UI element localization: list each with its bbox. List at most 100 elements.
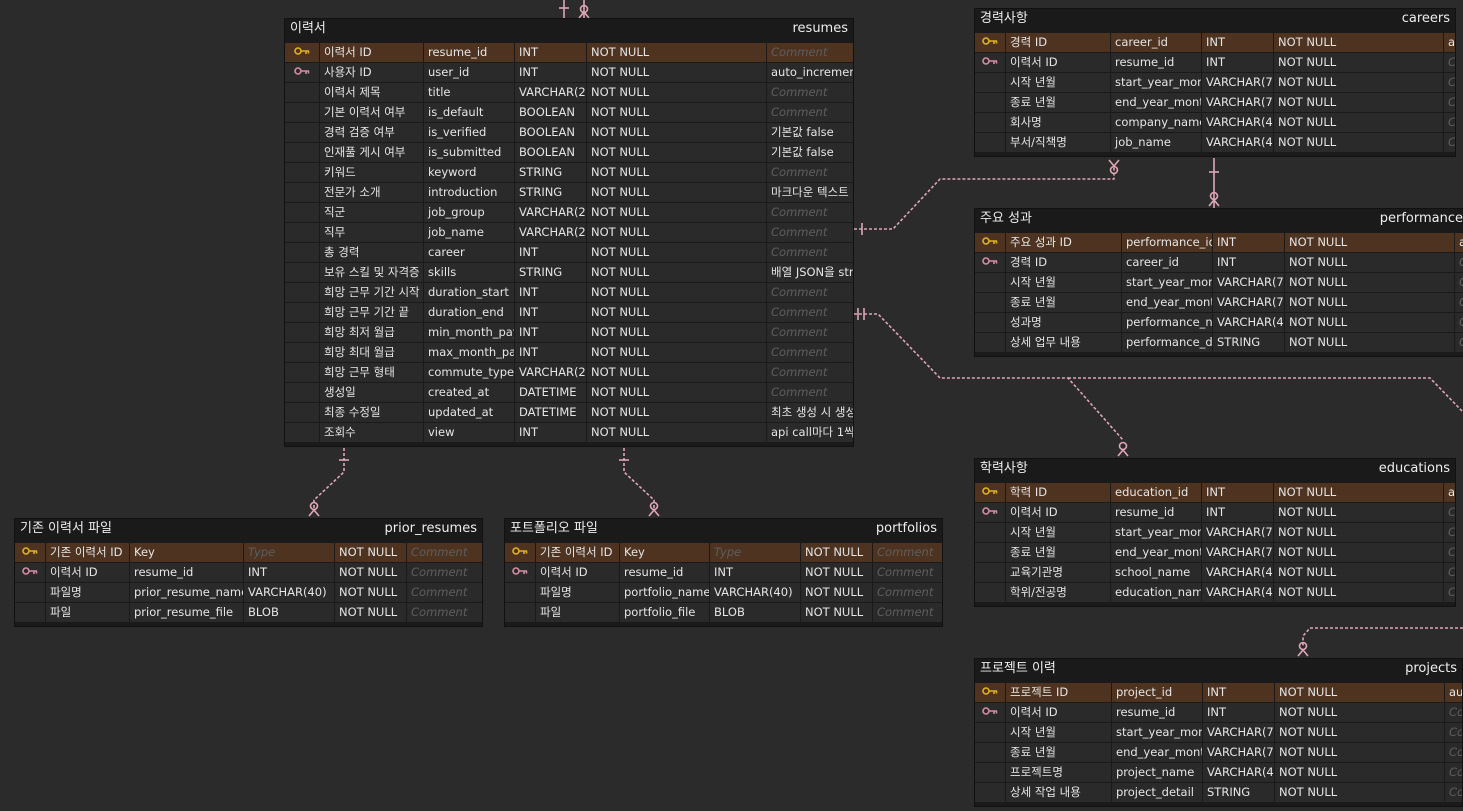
- column-nullable[interactable]: NOT NULL: [586, 223, 766, 242]
- column-logical-name[interactable]: 희망 근무 기간 끝: [319, 303, 423, 322]
- column-comment[interactable]: auto_increment: [1444, 683, 1462, 702]
- column-comment[interactable]: 배열 JSON을 string 형태로 저장: [766, 263, 853, 282]
- column-comment[interactable]: Comment: [1443, 73, 1455, 92]
- column-logical-name[interactable]: 성과명: [1005, 313, 1121, 332]
- column-data-type[interactable]: INT: [514, 423, 586, 442]
- column-logical-name[interactable]: 종료 년월: [1005, 93, 1110, 112]
- column-row[interactable]: 파일명 prior_resume_name VARCHAR(40) NOT NULL C…: [15, 583, 482, 603]
- column-comment[interactable]: Comment: [1443, 523, 1455, 542]
- column-comment[interactable]: Comment: [406, 563, 482, 582]
- column-comment[interactable]: Comment: [766, 223, 853, 242]
- column-physical-name[interactable]: resume_id: [1110, 503, 1201, 522]
- column-data-type[interactable]: INT: [243, 563, 334, 582]
- column-data-type[interactable]: INT: [514, 243, 586, 262]
- column-comment[interactable]: auto_increment: [766, 63, 853, 82]
- column-nullable[interactable]: NOT NULL: [1274, 783, 1444, 802]
- column-logical-name[interactable]: 시작 년월: [1005, 723, 1111, 742]
- column-data-type[interactable]: INT: [514, 303, 586, 322]
- column-physical-name[interactable]: updated_at: [423, 403, 514, 422]
- column-physical-name[interactable]: Key: [129, 543, 243, 562]
- column-physical-name[interactable]: performance_name: [1121, 313, 1212, 332]
- column-nullable[interactable]: NOT NULL: [800, 543, 872, 562]
- column-logical-name[interactable]: 키워드: [319, 163, 423, 182]
- column-nullable[interactable]: NOT NULL: [1273, 73, 1443, 92]
- column-row[interactable]: 보유 스킬 및 자격증 skills STRING NOT NULL 배열 JSON을 …: [285, 263, 853, 283]
- column-physical-name[interactable]: is_default: [423, 103, 514, 122]
- column-physical-name[interactable]: portfolio_name: [619, 583, 709, 602]
- column-comment[interactable]: Comment: [766, 323, 853, 342]
- column-nullable[interactable]: NOT NULL: [1274, 743, 1444, 762]
- column-nullable[interactable]: NOT NULL: [586, 363, 766, 382]
- column-comment[interactable]: Comment: [1443, 113, 1455, 132]
- column-nullable[interactable]: NOT NULL: [334, 563, 406, 582]
- column-physical-name[interactable]: career: [423, 243, 514, 262]
- column-comment[interactable]: Comment: [872, 603, 942, 622]
- column-logical-name[interactable]: 희망 최대 월급: [319, 343, 423, 362]
- column-nullable[interactable]: NOT NULL: [586, 403, 766, 422]
- column-data-type[interactable]: STRING: [514, 263, 586, 282]
- column-comment[interactable]: 기본값 false: [766, 123, 853, 142]
- entity-header[interactable]: 학력사항 educations: [975, 459, 1455, 479]
- column-data-type[interactable]: BLOB: [709, 603, 800, 622]
- column-logical-name[interactable]: 기본 이력서 여부: [319, 103, 423, 122]
- column-physical-name[interactable]: prior_resume_file: [129, 603, 243, 622]
- column-nullable[interactable]: NOT NULL: [586, 183, 766, 202]
- column-row[interactable]: 기존 이력서 ID Key Type NOT NULL Comment: [505, 543, 942, 563]
- column-row[interactable]: 이력서 제목titleVARCHAR(20)NOT NULLComment: [285, 83, 853, 103]
- column-row[interactable]: 종료 년월end_year_monthVARCHAR(7)NOT NULLCom…: [975, 293, 1463, 313]
- column-row[interactable]: 희망 최저 월급 min_month_pay INT NOT NULL Comment: [285, 323, 853, 343]
- column-data-type[interactable]: INT: [514, 283, 586, 302]
- column-logical-name[interactable]: 희망 근무 기간 시작: [319, 283, 423, 302]
- column-physical-name[interactable]: end_year_month: [1110, 93, 1201, 112]
- column-logical-name[interactable]: 이력서 ID: [1005, 703, 1111, 722]
- column-row[interactable]: 인재풀 게시 여부 is_submitted BOOLEAN NOT NULL 기본값 …: [285, 143, 853, 163]
- column-comment[interactable]: Comment: [1444, 743, 1462, 762]
- column-nullable[interactable]: NOT NULL: [586, 143, 766, 162]
- column-data-type[interactable]: INT: [709, 563, 800, 582]
- column-logical-name[interactable]: 직군: [319, 203, 423, 222]
- column-row[interactable]: 경력 검증 여부 is_verified BOOLEAN NOT NULL 기본값 fa…: [285, 123, 853, 143]
- column-nullable[interactable]: NOT NULL: [1273, 483, 1443, 502]
- column-data-type[interactable]: INT: [1202, 683, 1274, 702]
- column-physical-name[interactable]: Key: [619, 543, 709, 562]
- column-physical-name[interactable]: education_name: [1110, 583, 1201, 602]
- column-nullable[interactable]: NOT NULL: [800, 583, 872, 602]
- entity-header[interactable]: 이력서 resumes: [285, 19, 853, 39]
- column-data-type[interactable]: INT: [1201, 503, 1273, 522]
- column-row[interactable]: 시작 년월start_year_monthVARCHAR(7)NOT NULLC…: [975, 273, 1463, 293]
- column-row[interactable]: 희망 근무 기간 시작 duration_start INT NOT NULL Comm…: [285, 283, 853, 303]
- column-row[interactable]: 시작 년월start_year_monthVARCHAR(7)NOT NULLC…: [975, 723, 1462, 743]
- column-data-type[interactable]: STRING: [514, 163, 586, 182]
- column-nullable[interactable]: NOT NULL: [1273, 53, 1443, 72]
- column-data-type[interactable]: DATETIME: [514, 383, 586, 402]
- column-row[interactable]: 조회수viewINTNOT NULLapi call마다 1씩 증가?: [285, 423, 853, 443]
- column-row[interactable]: 학위/전공명education_nameVARCHAR(40)NOT NULLC…: [975, 583, 1455, 603]
- column-data-type[interactable]: BOOLEAN: [514, 103, 586, 122]
- column-data-type[interactable]: VARCHAR(7): [1212, 273, 1284, 292]
- column-row[interactable]: 최종 수정일 updated_at DATETIME NOT NULL 최초 생성 시 …: [285, 403, 853, 423]
- column-row[interactable]: 키워드 keyword STRING NOT NULL Comment: [285, 163, 853, 183]
- column-physical-name[interactable]: resume_id: [1111, 703, 1202, 722]
- column-nullable[interactable]: NOT NULL: [586, 83, 766, 102]
- column-physical-name[interactable]: start_year_month: [1111, 723, 1202, 742]
- column-nullable[interactable]: NOT NULL: [1284, 333, 1454, 352]
- column-physical-name[interactable]: performance_detail: [1121, 333, 1212, 352]
- column-logical-name[interactable]: 이력서 제목: [319, 83, 423, 102]
- column-row[interactable]: 성과명performance_nameVARCHAR(40)NOT NULLCo…: [975, 313, 1463, 333]
- column-comment[interactable]: api call마다 1씩 증가?: [766, 423, 853, 442]
- column-logical-name[interactable]: 부서/직책명: [1005, 133, 1110, 152]
- column-row[interactable]: 프로젝트 IDproject_idINTNOT NULLauto_increme…: [975, 683, 1462, 703]
- column-comment[interactable]: Comment: [1443, 133, 1455, 152]
- column-comment[interactable]: Comment: [1443, 563, 1455, 582]
- column-logical-name[interactable]: 시작 년월: [1005, 73, 1110, 92]
- column-logical-name[interactable]: 보유 스킬 및 자격증: [319, 263, 423, 282]
- column-data-type[interactable]: VARCHAR(40): [1201, 583, 1273, 602]
- column-logical-name[interactable]: 이력서 ID: [1005, 503, 1110, 522]
- entity-header[interactable]: 프로젝트 이력 projects: [975, 659, 1462, 679]
- column-data-type[interactable]: VARCHAR(40): [1201, 113, 1273, 132]
- column-physical-name[interactable]: max_month_pay: [423, 343, 514, 362]
- column-data-type[interactable]: VARCHAR(7): [1201, 543, 1273, 562]
- column-nullable[interactable]: NOT NULL: [334, 603, 406, 622]
- column-comment[interactable]: Comment: [1454, 333, 1463, 352]
- entity-header[interactable]: 경력사항 careers: [975, 9, 1455, 29]
